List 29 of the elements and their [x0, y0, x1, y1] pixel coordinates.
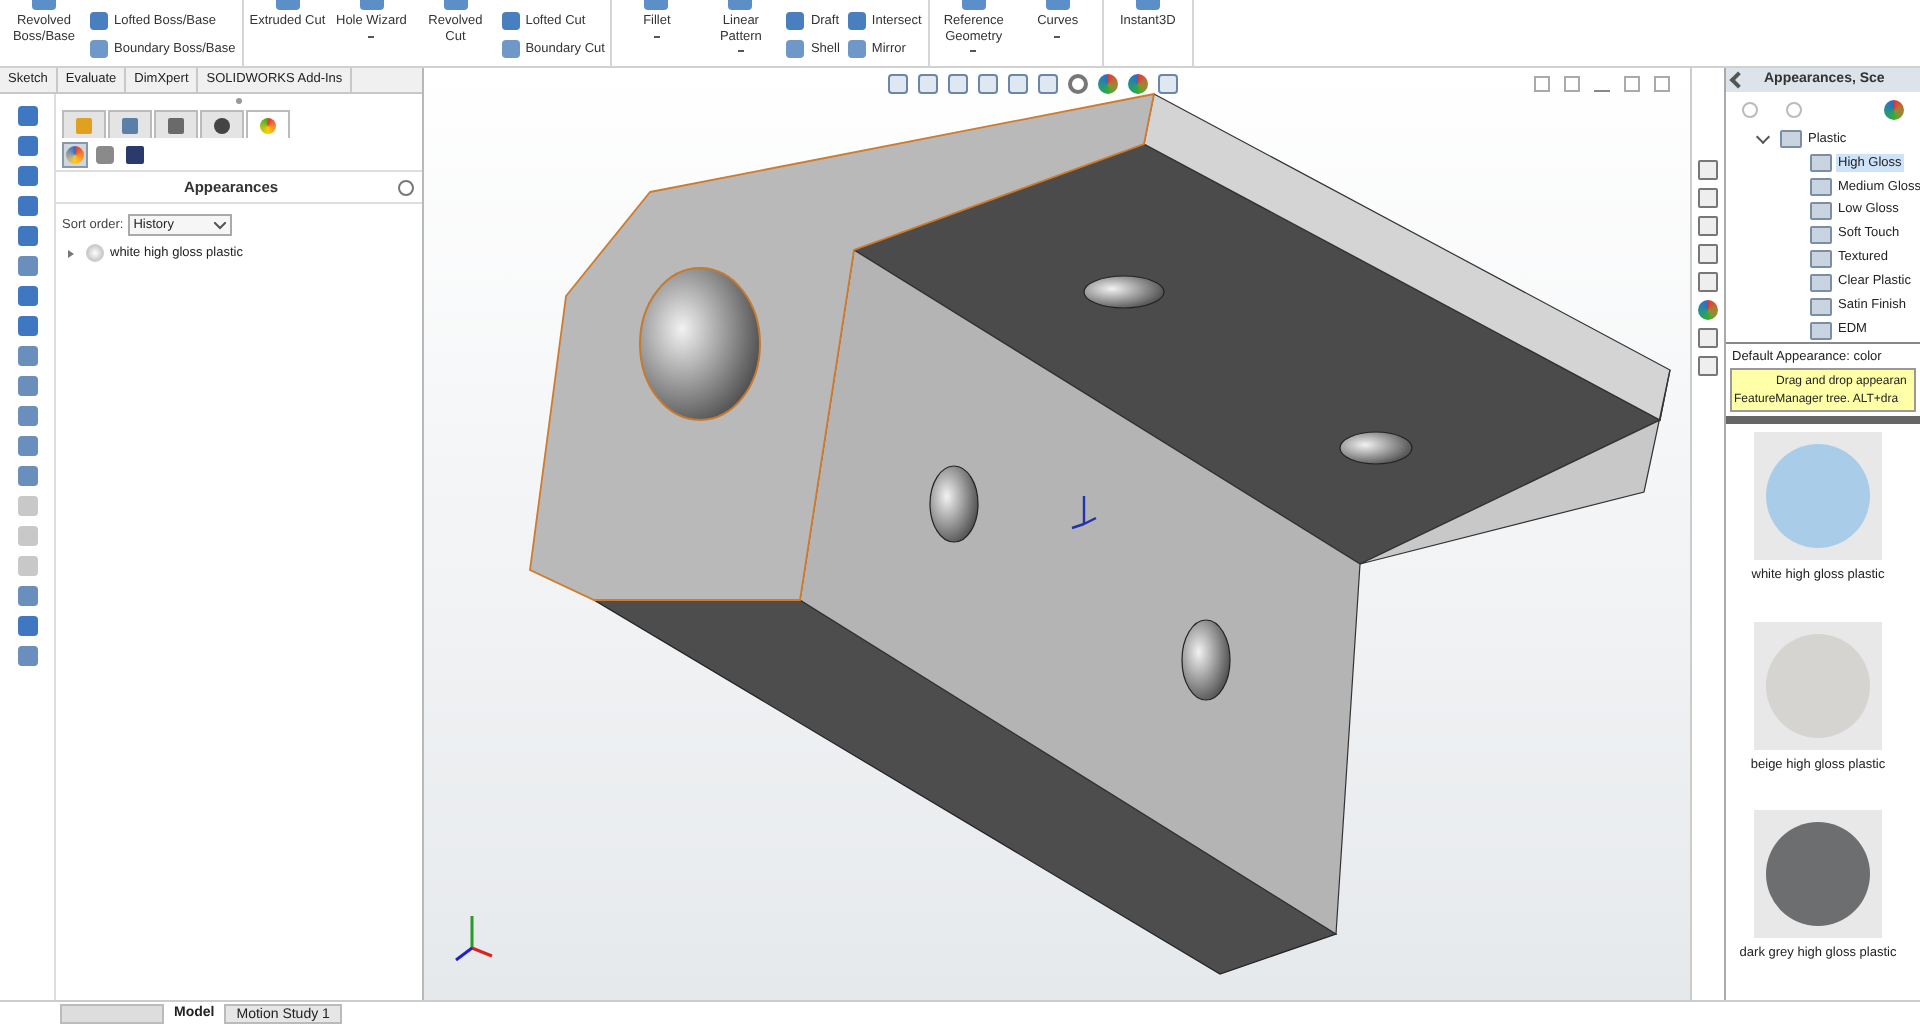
swatch-preview[interactable] — [1754, 810, 1882, 939]
tool-icon[interactable] — [359, 0, 384, 10]
tool-icon[interactable] — [443, 0, 468, 10]
origin-triad-icon — [1070, 494, 1098, 530]
caret-icon[interactable] — [737, 50, 744, 52]
panel-tab[interactable] — [154, 110, 198, 138]
eye-icon[interactable] — [1068, 74, 1088, 94]
tool-icon[interactable] — [1045, 0, 1070, 10]
help-icon[interactable] — [398, 179, 414, 195]
tool-icon[interactable] — [1135, 0, 1160, 10]
axis-triad-icon — [455, 916, 493, 962]
tool-icon[interactable] — [644, 0, 669, 10]
view-toggle[interactable] — [62, 141, 88, 167]
tool-icon[interactable] — [728, 0, 753, 10]
panel-tab[interactable] — [246, 110, 290, 138]
view-toggle[interactable] — [122, 141, 148, 167]
caret-icon[interactable] — [970, 50, 977, 52]
tool-icon[interactable] — [32, 0, 56, 10]
panel-tab[interactable] — [200, 110, 244, 138]
tool-icon[interactable] — [961, 0, 986, 10]
swatch-preview[interactable] — [1754, 431, 1882, 560]
back-icon[interactable] — [1742, 102, 1758, 118]
swatch-preview[interactable] — [1754, 621, 1882, 749]
expander-icon[interactable] — [68, 249, 74, 257]
view-toggle[interactable] — [92, 141, 118, 167]
tool-icon[interactable] — [275, 0, 300, 10]
grip-icon[interactable] — [236, 98, 242, 104]
chevron-icon[interactable] — [213, 221, 226, 229]
forward-icon[interactable] — [1786, 102, 1802, 118]
